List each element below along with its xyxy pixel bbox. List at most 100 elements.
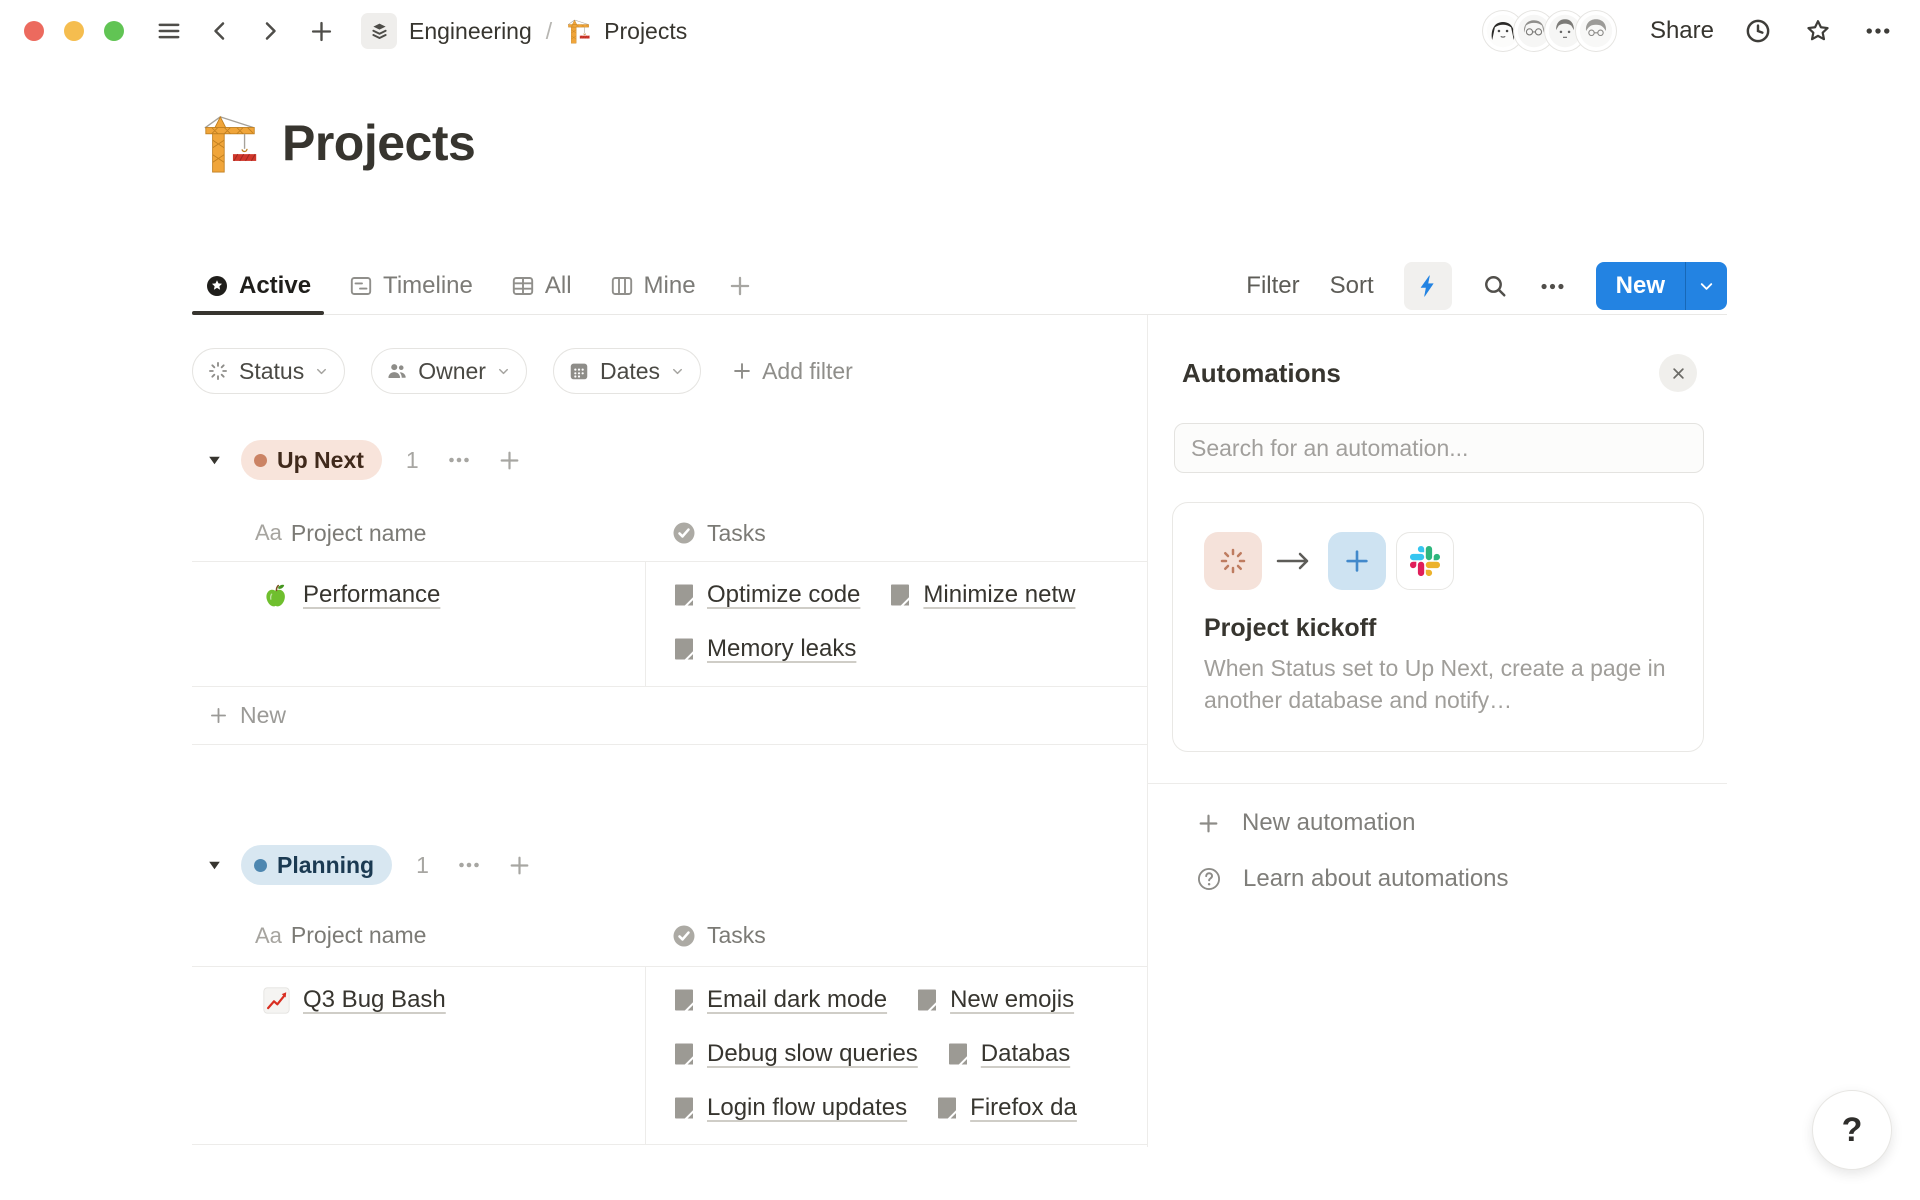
plus-icon bbox=[208, 705, 229, 726]
window-zoom-button[interactable] bbox=[104, 21, 124, 41]
tab-mine[interactable]: Mine bbox=[597, 258, 709, 314]
group-options-icon[interactable] bbox=[457, 853, 481, 877]
new-row-button[interactable]: New bbox=[192, 687, 1147, 745]
new-button-label[interactable]: New bbox=[1596, 262, 1685, 310]
panel-section-divider bbox=[1148, 783, 1727, 784]
add-view-icon[interactable] bbox=[721, 273, 759, 299]
breadcrumb-page[interactable]: Projects bbox=[604, 18, 687, 45]
crane-page-icon[interactable] bbox=[200, 112, 262, 174]
page-icon bbox=[946, 1042, 970, 1066]
new-button[interactable]: New bbox=[1596, 262, 1727, 310]
task-link[interactable]: Databas bbox=[946, 1040, 1070, 1068]
view-tabs-row: Active Timeline All Mine Filter Sort New bbox=[192, 258, 1727, 315]
dates-filter-chip[interactable]: Dates bbox=[553, 348, 701, 394]
automations-title: Automations bbox=[1182, 358, 1341, 389]
automation-card-description: When Status set to Up Next, create a pag… bbox=[1204, 652, 1682, 716]
back-icon[interactable] bbox=[208, 19, 232, 43]
timeline-view-icon bbox=[349, 274, 373, 298]
project-page-link[interactable]: Q3 Bug Bash bbox=[303, 986, 446, 1014]
collaborator-avatars[interactable] bbox=[1483, 11, 1616, 51]
chevron-down-icon bbox=[496, 364, 511, 379]
task-link[interactable]: Optimize code bbox=[672, 581, 860, 609]
group-pill-up-next[interactable]: Up Next bbox=[241, 440, 382, 480]
project-name-cell[interactable]: Q3 Bug Bash bbox=[192, 967, 646, 1144]
task-link[interactable]: Minimize netw bbox=[888, 581, 1075, 609]
column-header-project-name[interactable]: Aa Project name bbox=[192, 520, 646, 547]
status-dot bbox=[254, 454, 267, 467]
close-icon[interactable] bbox=[1659, 354, 1697, 392]
search-icon[interactable] bbox=[1482, 273, 1509, 300]
page-icon bbox=[672, 1096, 696, 1120]
tab-active[interactable]: Active bbox=[192, 258, 324, 314]
plus-icon bbox=[1196, 811, 1221, 836]
chevron-down-icon bbox=[314, 364, 329, 379]
share-button[interactable]: Share bbox=[1650, 17, 1714, 45]
table-row: Performance Optimize code Minimize netw … bbox=[192, 562, 1147, 687]
view-options-icon[interactable] bbox=[1539, 273, 1566, 300]
updates-clock-icon[interactable] bbox=[1744, 17, 1772, 45]
task-link[interactable]: Memory leaks bbox=[672, 635, 856, 663]
table-header: Aa Project name Tasks bbox=[192, 905, 1147, 967]
sort-button[interactable]: Sort bbox=[1330, 272, 1374, 300]
filter-bar: Status Owner Dates Add filter bbox=[192, 347, 853, 395]
page-icon bbox=[915, 988, 939, 1012]
title-property-icon: Aa bbox=[255, 520, 282, 546]
help-button[interactable]: ? bbox=[1812, 1090, 1892, 1170]
group-pill-planning[interactable]: Planning bbox=[241, 845, 392, 885]
status-trigger-icon bbox=[1204, 532, 1262, 590]
favorite-star-icon[interactable] bbox=[1804, 17, 1832, 45]
group-header-planning: Planning 1 bbox=[192, 841, 532, 889]
window-minimize-button[interactable] bbox=[64, 21, 84, 41]
project-page-link[interactable]: Performance bbox=[303, 581, 440, 609]
group-add-icon[interactable] bbox=[497, 448, 522, 473]
group-header-up-next: Up Next 1 bbox=[192, 436, 522, 484]
page-icon bbox=[888, 583, 912, 607]
sidebar-menu-icon[interactable] bbox=[156, 18, 182, 44]
tab-timeline[interactable]: Timeline bbox=[336, 258, 486, 314]
new-automation-button[interactable]: New automation bbox=[1148, 801, 1727, 845]
task-link[interactable]: Firefox da bbox=[935, 1094, 1077, 1122]
filter-button[interactable]: Filter bbox=[1246, 272, 1299, 300]
status-filter-chip[interactable]: Status bbox=[192, 348, 345, 394]
new-button-dropdown[interactable] bbox=[1685, 262, 1727, 310]
collapse-triangle-icon[interactable] bbox=[206, 857, 223, 874]
title-property-icon: Aa bbox=[255, 923, 282, 949]
owner-filter-chip[interactable]: Owner bbox=[371, 348, 527, 394]
page-icon bbox=[935, 1096, 959, 1120]
page-header: Projects bbox=[200, 112, 475, 174]
more-options-icon[interactable] bbox=[1864, 17, 1892, 45]
page-icon bbox=[672, 988, 696, 1012]
collapse-triangle-icon[interactable] bbox=[206, 452, 223, 469]
automations-panel: Automations Project kickoff When Status … bbox=[1148, 315, 1727, 1200]
breadcrumb-separator: / bbox=[546, 18, 552, 45]
column-header-tasks[interactable]: Tasks bbox=[646, 520, 766, 547]
page-title[interactable]: Projects bbox=[282, 114, 475, 172]
teamspace-layers-icon[interactable] bbox=[361, 13, 397, 49]
task-link[interactable]: Email dark mode bbox=[672, 986, 887, 1014]
learn-about-automations-link[interactable]: Learn about automations bbox=[1148, 857, 1727, 901]
project-name-cell[interactable]: Performance bbox=[192, 562, 646, 686]
automations-bolt-button[interactable] bbox=[1404, 262, 1452, 310]
tab-all[interactable]: All bbox=[498, 258, 585, 314]
group-add-icon[interactable] bbox=[507, 853, 532, 878]
new-page-icon[interactable] bbox=[308, 18, 335, 45]
automation-card[interactable]: Project kickoff When Status set to Up Ne… bbox=[1172, 502, 1704, 752]
task-link[interactable]: Login flow updates bbox=[672, 1094, 907, 1122]
people-icon bbox=[386, 360, 408, 382]
forward-icon[interactable] bbox=[258, 19, 282, 43]
column-header-tasks[interactable]: Tasks bbox=[646, 922, 766, 949]
task-link[interactable]: Debug slow queries bbox=[672, 1040, 918, 1068]
check-circle-icon bbox=[672, 924, 696, 948]
column-header-project-name[interactable]: Aa Project name bbox=[192, 922, 646, 949]
add-filter-button[interactable]: Add filter bbox=[731, 358, 853, 385]
question-circle-icon bbox=[1196, 866, 1222, 892]
chart-increasing-emoji bbox=[263, 987, 290, 1014]
task-link[interactable]: New emojis bbox=[915, 986, 1074, 1014]
automation-search-input[interactable] bbox=[1174, 423, 1704, 473]
new-page-action-icon bbox=[1328, 532, 1386, 590]
avatar[interactable] bbox=[1576, 11, 1616, 51]
breadcrumb: Engineering / Projects bbox=[361, 13, 687, 49]
group-options-icon[interactable] bbox=[447, 448, 471, 472]
window-close-button[interactable] bbox=[24, 21, 44, 41]
breadcrumb-teamspace[interactable]: Engineering bbox=[409, 18, 532, 45]
